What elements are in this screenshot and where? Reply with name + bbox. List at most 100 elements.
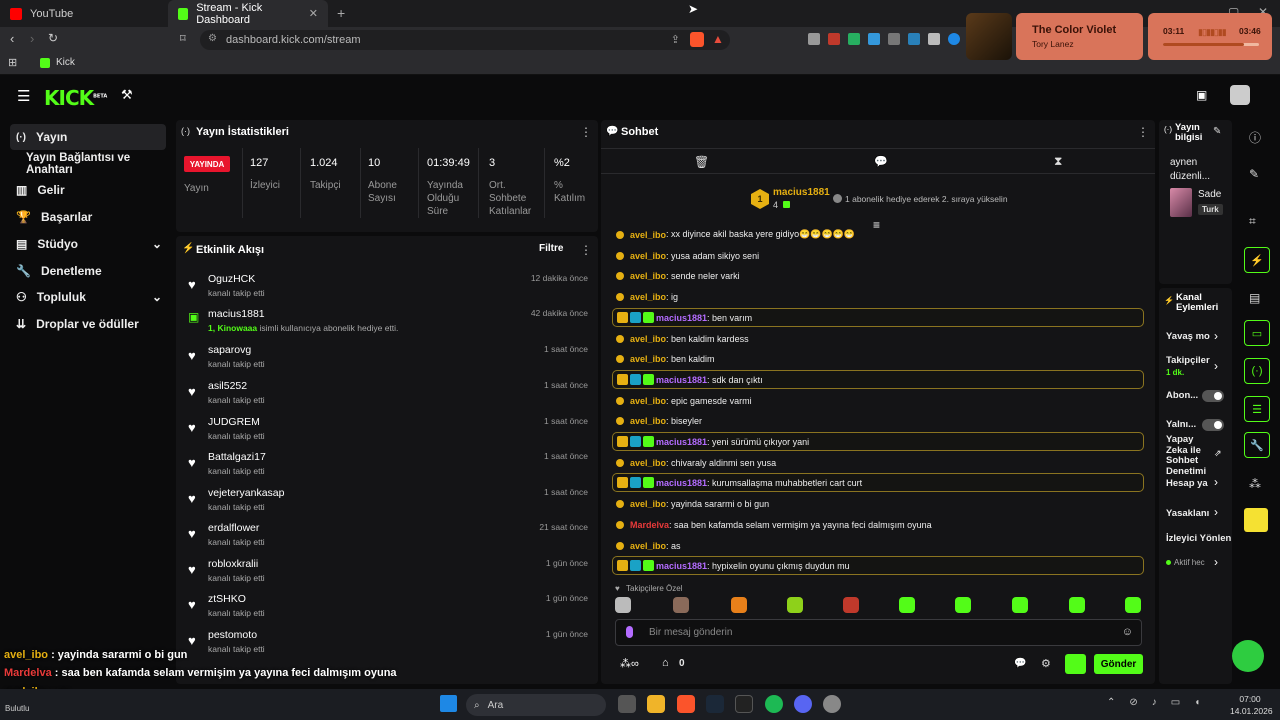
- sidebar-item-topluluk[interactable]: ⚇ Topluluk ⌄: [10, 284, 166, 310]
- url-field[interactable]: ⚙ dashboard.kick.com/stream ⇪: [200, 30, 730, 50]
- ai-moderation-row[interactable]: Yapay Zeka ile Sohbet Denetimi: [1166, 434, 1208, 477]
- emote-icon[interactable]: [615, 597, 631, 613]
- chat-username[interactable]: macius1881: [656, 313, 707, 323]
- emote-icon[interactable]: [1125, 597, 1141, 613]
- chat-username[interactable]: avel_ibo: [630, 334, 666, 344]
- chat-message[interactable]: avel_ibo: ben kaldim kardess: [612, 329, 1144, 348]
- apps-icon[interactable]: ⊞: [8, 56, 17, 69]
- chat-username[interactable]: Mardelva: [630, 520, 669, 530]
- activity-event[interactable]: ♥ pestomoto kanalı takip etti 1 gün önce: [186, 629, 590, 663]
- tab-kick-dashboard[interactable]: Stream - Kick Dashboard ✕: [168, 0, 328, 27]
- chat-message[interactable]: avel_ibo: yayinda sararmi o bi gun: [612, 494, 1144, 513]
- event-user[interactable]: ztSHKO: [208, 593, 246, 605]
- brave-icon[interactable]: [677, 695, 695, 713]
- chat-username[interactable]: avel_ibo: [630, 396, 666, 406]
- activity-event[interactable]: ♥ saparovg kanalı takip etti 1 saat önce: [186, 344, 590, 378]
- sidebar-item-yayin[interactable]: (·) Yayın: [10, 124, 166, 150]
- emote-icon[interactable]: [731, 597, 747, 613]
- activity-event[interactable]: ♥ OguzHCK kanalı takip etti 12 dakika önce: [186, 273, 590, 307]
- chat-settings-icon[interactable]: ⚙: [1041, 657, 1051, 670]
- chat-message[interactable]: avel_ibo: sende neler varki: [612, 266, 1144, 285]
- extension-icon[interactable]: [868, 33, 880, 45]
- activity-button[interactable]: ☰: [1244, 396, 1270, 422]
- back-icon[interactable]: ‹: [10, 31, 14, 46]
- event-user[interactable]: pestomoto: [208, 629, 257, 641]
- chat-username[interactable]: avel_ibo: [630, 292, 666, 302]
- taskbar-search[interactable]: ⌕ Ara: [466, 694, 606, 716]
- theater-icon[interactable]: ▣: [1196, 88, 1207, 102]
- chat-message[interactable]: avel_ibo: xx diyince akil baska yere gid…: [612, 225, 1144, 244]
- start-icon[interactable]: [440, 695, 457, 712]
- more-options-icon[interactable]: ⋮: [580, 125, 592, 139]
- emote-icon[interactable]: [955, 597, 971, 613]
- event-user[interactable]: OguzHCK: [208, 273, 255, 285]
- chevron-up-icon[interactable]: ⌃: [1107, 697, 1115, 708]
- chat-message[interactable]: macius1881: ben varım: [612, 308, 1144, 327]
- event-user[interactable]: macius1881: [208, 308, 265, 320]
- spotify-icon[interactable]: [765, 695, 783, 713]
- kick-logo[interactable]: KICKBETA: [44, 86, 107, 110]
- slow-mode-row[interactable]: Yavaş mo: [1166, 331, 1210, 342]
- activity-event[interactable]: ♥ vejeteryankasap kanalı takip etti 1 saat …: [186, 487, 590, 521]
- chat-message[interactable]: avel_ibo: yusa adam sikiyo seni: [612, 246, 1144, 265]
- quick-emote-icon[interactable]: [1065, 654, 1086, 674]
- community-icon[interactable]: ⁂: [1249, 477, 1261, 491]
- activity-event[interactable]: ♥ erdalflower kanalı takip etti 21 saat önc…: [186, 522, 590, 556]
- activity-event[interactable]: ▣ macius1881 1, Kinowaaa isimli kullanıcıy…: [186, 308, 590, 342]
- chat-username[interactable]: avel_ibo: [630, 458, 666, 468]
- event-user[interactable]: asil5252: [208, 380, 247, 392]
- activity-event[interactable]: ♥ JUDGREM kanalı takip etti 1 saat önce: [186, 416, 590, 450]
- edit-icon[interactable]: ✎: [1213, 126, 1221, 137]
- extension-icon[interactable]: [888, 33, 900, 45]
- volume-icon[interactable]: ◖: [1194, 697, 1200, 708]
- help-icon[interactable]: [1232, 640, 1264, 672]
- more-options-icon[interactable]: ⋮: [1137, 125, 1149, 139]
- event-user[interactable]: saparovg: [208, 344, 251, 356]
- new-tab-icon[interactable]: +: [337, 5, 345, 21]
- clapper-icon[interactable]: [1244, 508, 1268, 532]
- emote-icon[interactable]: [843, 597, 859, 613]
- info-icon[interactable]: ⓘ: [1249, 129, 1261, 146]
- sidebar-item-studyo[interactable]: ▤ Stüdyo ⌄: [10, 231, 166, 257]
- store-icon[interactable]: ⌂: [662, 657, 669, 669]
- chat-username[interactable]: avel_ibo: [630, 354, 666, 364]
- brave-rewards-icon[interactable]: ▲: [712, 32, 724, 46]
- chat-username[interactable]: macius1881: [656, 561, 707, 571]
- moderation-button[interactable]: 🔧: [1244, 432, 1270, 458]
- brave-shield-icon[interactable]: [690, 32, 704, 47]
- emote-only-toggle[interactable]: [1202, 419, 1224, 431]
- extension-icon[interactable]: [908, 33, 920, 45]
- gift-recipient[interactable]: 1, Kinowaaa: [208, 323, 257, 333]
- chat-message[interactable]: macius1881: yeni sürümü çıkıyor yani: [612, 432, 1144, 451]
- chat-username[interactable]: macius1881: [656, 375, 707, 385]
- event-user[interactable]: robloxkralii: [208, 558, 258, 570]
- chat-username[interactable]: avel_ibo: [630, 416, 666, 426]
- channel-points-icon[interactable]: ⁂∞: [620, 657, 639, 670]
- more-options-icon[interactable]: ⋮: [580, 243, 592, 257]
- emote-icon[interactable]: [1012, 597, 1028, 613]
- sidebar-item-denetleme[interactable]: 🔧 Denetleme: [10, 258, 166, 284]
- chat-message[interactable]: avel_ibo: biseyler: [612, 411, 1144, 430]
- event-user[interactable]: erdalflower: [208, 522, 259, 534]
- event-user[interactable]: JUDGREM: [208, 416, 260, 428]
- bookmark-icon[interactable]: ⌑: [180, 32, 186, 45]
- chat-username[interactable]: macius1881: [656, 437, 707, 447]
- emote-icon[interactable]: [899, 597, 915, 613]
- mic-icon[interactable]: [626, 626, 633, 638]
- viewer-redirect-row[interactable]: İzleyici Yönlen: [1166, 533, 1231, 544]
- chat-bubble-icon[interactable]: 💬: [874, 155, 888, 168]
- event-user[interactable]: Battalgazi17: [208, 451, 266, 463]
- extension-icon[interactable]: [848, 33, 860, 45]
- media-progress-bar[interactable]: [1163, 43, 1259, 46]
- account-age-row[interactable]: Hesap ya: [1166, 478, 1208, 489]
- chat-message[interactable]: avel_ibo: epic gamesde varmi: [612, 391, 1144, 410]
- activity-event[interactable]: ♥ ztSHKO kanalı takip etti 1 gün önce: [186, 593, 590, 627]
- extension-icon[interactable]: [828, 33, 840, 45]
- avatar[interactable]: [1230, 85, 1250, 105]
- chat-toggle-button[interactable]: ▭: [1244, 320, 1270, 346]
- hammer-icon[interactable]: ⚒: [121, 87, 133, 103]
- chat-message[interactable]: avel_ibo: chivaraly aldinmi sen yusa: [612, 453, 1144, 472]
- display-icon[interactable]: ▭: [1171, 697, 1180, 708]
- trash-icon[interactable]: 🗑: [694, 155, 709, 169]
- followers-mode-row[interactable]: Takipçiler: [1166, 355, 1210, 366]
